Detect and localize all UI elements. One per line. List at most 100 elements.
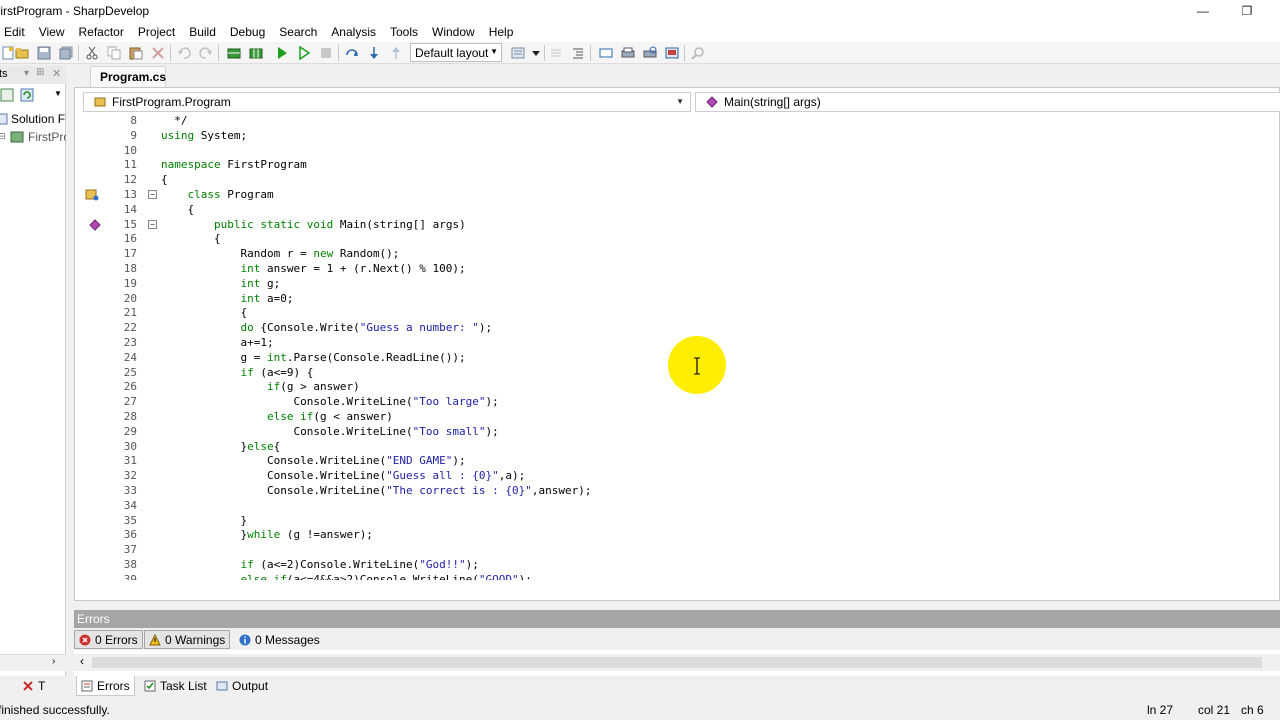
code-line[interactable]: 9 using System;: [103, 128, 1277, 143]
minimize-button[interactable]: —: [1180, 0, 1226, 22]
menu-refactor[interactable]: Refactor: [71, 25, 130, 39]
pin-icon[interactable]: ▾: [24, 68, 29, 79]
messages-filter-button[interactable]: 0 Messages: [234, 630, 325, 649]
code-line[interactable]: 18 int answer = 1 + (r.Next() % 100);: [103, 261, 1277, 276]
code-line[interactable]: 12 {: [103, 172, 1277, 187]
run-icon[interactable]: [274, 45, 290, 61]
fullscreen-icon[interactable]: [664, 45, 680, 61]
menu-debug[interactable]: Debug: [223, 25, 272, 39]
copy-icon[interactable]: [106, 45, 122, 61]
menu-view[interactable]: View: [32, 25, 72, 39]
code-line[interactable]: 29 Console.WriteLine("Too small");: [103, 424, 1277, 439]
fold-toggle-icon[interactable]: −: [148, 190, 157, 199]
scroll-thumb[interactable]: [92, 657, 1262, 668]
step-into-icon[interactable]: [366, 45, 382, 61]
chevron-right-icon[interactable]: ›: [52, 656, 55, 667]
code-text: Console.WriteLine("Too small");: [161, 424, 499, 438]
code-line[interactable]: 31 Console.WriteLine("END GAME");: [103, 453, 1277, 468]
window-icon[interactable]: [598, 45, 614, 61]
save-icon[interactable]: [36, 45, 52, 61]
code-line[interactable]: 11 namespace FirstProgram: [103, 157, 1277, 172]
menu-edit[interactable]: Edit: [0, 25, 32, 39]
redo-icon[interactable]: [198, 45, 214, 61]
tab-toolbox[interactable]: T: [18, 676, 49, 696]
class-dropdown[interactable]: FirstProgram.Program ▼: [83, 92, 691, 112]
code-line[interactable]: 39 else if(a<=4&&a>2)Console.WriteLine("…: [103, 572, 1277, 580]
menu-window[interactable]: Window: [425, 25, 482, 39]
print-icon[interactable]: [620, 45, 636, 61]
layout-dropdown-label: Default layout: [415, 46, 489, 60]
print-preview-icon[interactable]: [642, 45, 658, 61]
code-line[interactable]: 38 if (a<=2)Console.WriteLine("God!!");: [103, 557, 1277, 572]
code-line[interactable]: 19 int g;: [103, 276, 1277, 291]
code-line[interactable]: 10: [103, 143, 1277, 158]
delete-icon[interactable]: [150, 45, 166, 61]
code-text: if (a<=9) {: [240, 365, 314, 379]
errors-pad-hscroll[interactable]: ‹: [74, 654, 1280, 671]
save-all-icon[interactable]: [58, 45, 74, 61]
menu-project[interactable]: Project: [131, 25, 182, 39]
code-line[interactable]: 22 do {Console.Write("Guess a number: ")…: [103, 320, 1277, 335]
close-icon[interactable]: ✕: [52, 67, 61, 80]
code-line[interactable]: 8 */: [103, 113, 1277, 128]
code-line[interactable]: 16 {: [103, 231, 1277, 246]
code-line[interactable]: 17 Random r = new Random();: [103, 246, 1277, 261]
tab-task-list[interactable]: Task List: [140, 676, 211, 696]
menu-analysis[interactable]: Analysis: [324, 25, 383, 39]
code-line[interactable]: 27 Console.WriteLine("Too large");: [103, 394, 1277, 409]
code-line[interactable]: 32 Console.WriteLine("Guess all : {0}",a…: [103, 468, 1277, 483]
code-line[interactable]: 36 }while (g !=answer);: [103, 527, 1277, 542]
collapse-all-icon[interactable]: [0, 88, 14, 105]
fold-toggle-icon[interactable]: −: [148, 219, 157, 229]
menu-build[interactable]: Build: [182, 25, 223, 39]
layout-dropdown[interactable]: Default layout ▼: [410, 43, 502, 62]
code-line[interactable]: 28 else if(g < answer): [103, 409, 1277, 424]
autohide-icon[interactable]: ⊞: [36, 67, 44, 78]
paste-icon[interactable]: [128, 45, 144, 61]
code-line[interactable]: 21 {: [103, 305, 1277, 320]
menu-tools[interactable]: Tools: [383, 25, 425, 39]
run-without-debugger-icon[interactable]: [296, 45, 312, 61]
find-icon[interactable]: [690, 45, 706, 61]
code-line[interactable]: 20 int a=0;: [103, 291, 1277, 306]
refresh-icon[interactable]: [20, 88, 34, 105]
code-line[interactable]: 15 − public static void Main(string[] arg…: [89, 217, 1277, 232]
undo-icon[interactable]: [176, 45, 192, 61]
member-dropdown[interactable]: Main(string[] args): [695, 92, 1280, 112]
rebuild-icon[interactable]: [248, 45, 264, 61]
tab-output[interactable]: Output: [212, 676, 272, 696]
code-line[interactable]: 14 {: [103, 202, 1277, 217]
open-file-icon[interactable]: [14, 45, 30, 61]
code-line[interactable]: 13 − class Program: [85, 187, 1277, 202]
tree-expander-icon[interactable]: ⊟: [0, 131, 6, 142]
code-line[interactable]: 33 Console.WriteLine("The correct is : {…: [103, 483, 1277, 498]
restore-button[interactable]: ❐: [1224, 0, 1270, 22]
stop-icon[interactable]: [318, 45, 334, 61]
tree-item-solution[interactable]: Solution F: [0, 110, 66, 128]
code-line[interactable]: 37: [103, 542, 1277, 557]
tree-item-project[interactable]: ⊟ FirstProg: [0, 128, 66, 146]
code-text: }: [161, 513, 248, 527]
chevron-left-icon[interactable]: ‹: [80, 654, 84, 668]
step-out-icon[interactable]: [388, 45, 404, 61]
comment-icon[interactable]: [548, 45, 564, 61]
view-options-icon[interactable]: [510, 45, 526, 61]
errors-filter-button[interactable]: 0 Errors: [74, 630, 143, 649]
cut-icon[interactable]: [84, 45, 100, 61]
menu-help[interactable]: Help: [482, 25, 521, 39]
indent-icon[interactable]: [570, 45, 586, 61]
warnings-filter-button[interactable]: 0 Warnings: [144, 630, 231, 649]
code-line[interactable]: 34: [103, 498, 1277, 513]
editor-hscroll[interactable]: [79, 580, 1277, 597]
chevron-down-icon[interactable]: ▼: [54, 89, 62, 98]
chevron-down-icon[interactable]: [528, 45, 544, 61]
projects-pane-hscroll[interactable]: ›: [0, 654, 66, 671]
code-line[interactable]: 35 }: [103, 513, 1277, 528]
step-over-icon[interactable]: [344, 45, 360, 61]
code-line[interactable]: 30 }else{: [103, 439, 1277, 454]
menu-search[interactable]: Search: [272, 25, 324, 39]
line-number: 10: [123, 143, 137, 157]
tab-errors[interactable]: Errors: [76, 676, 135, 696]
build-icon[interactable]: [226, 45, 242, 61]
tab-program-cs[interactable]: Program.cs: [90, 66, 166, 87]
